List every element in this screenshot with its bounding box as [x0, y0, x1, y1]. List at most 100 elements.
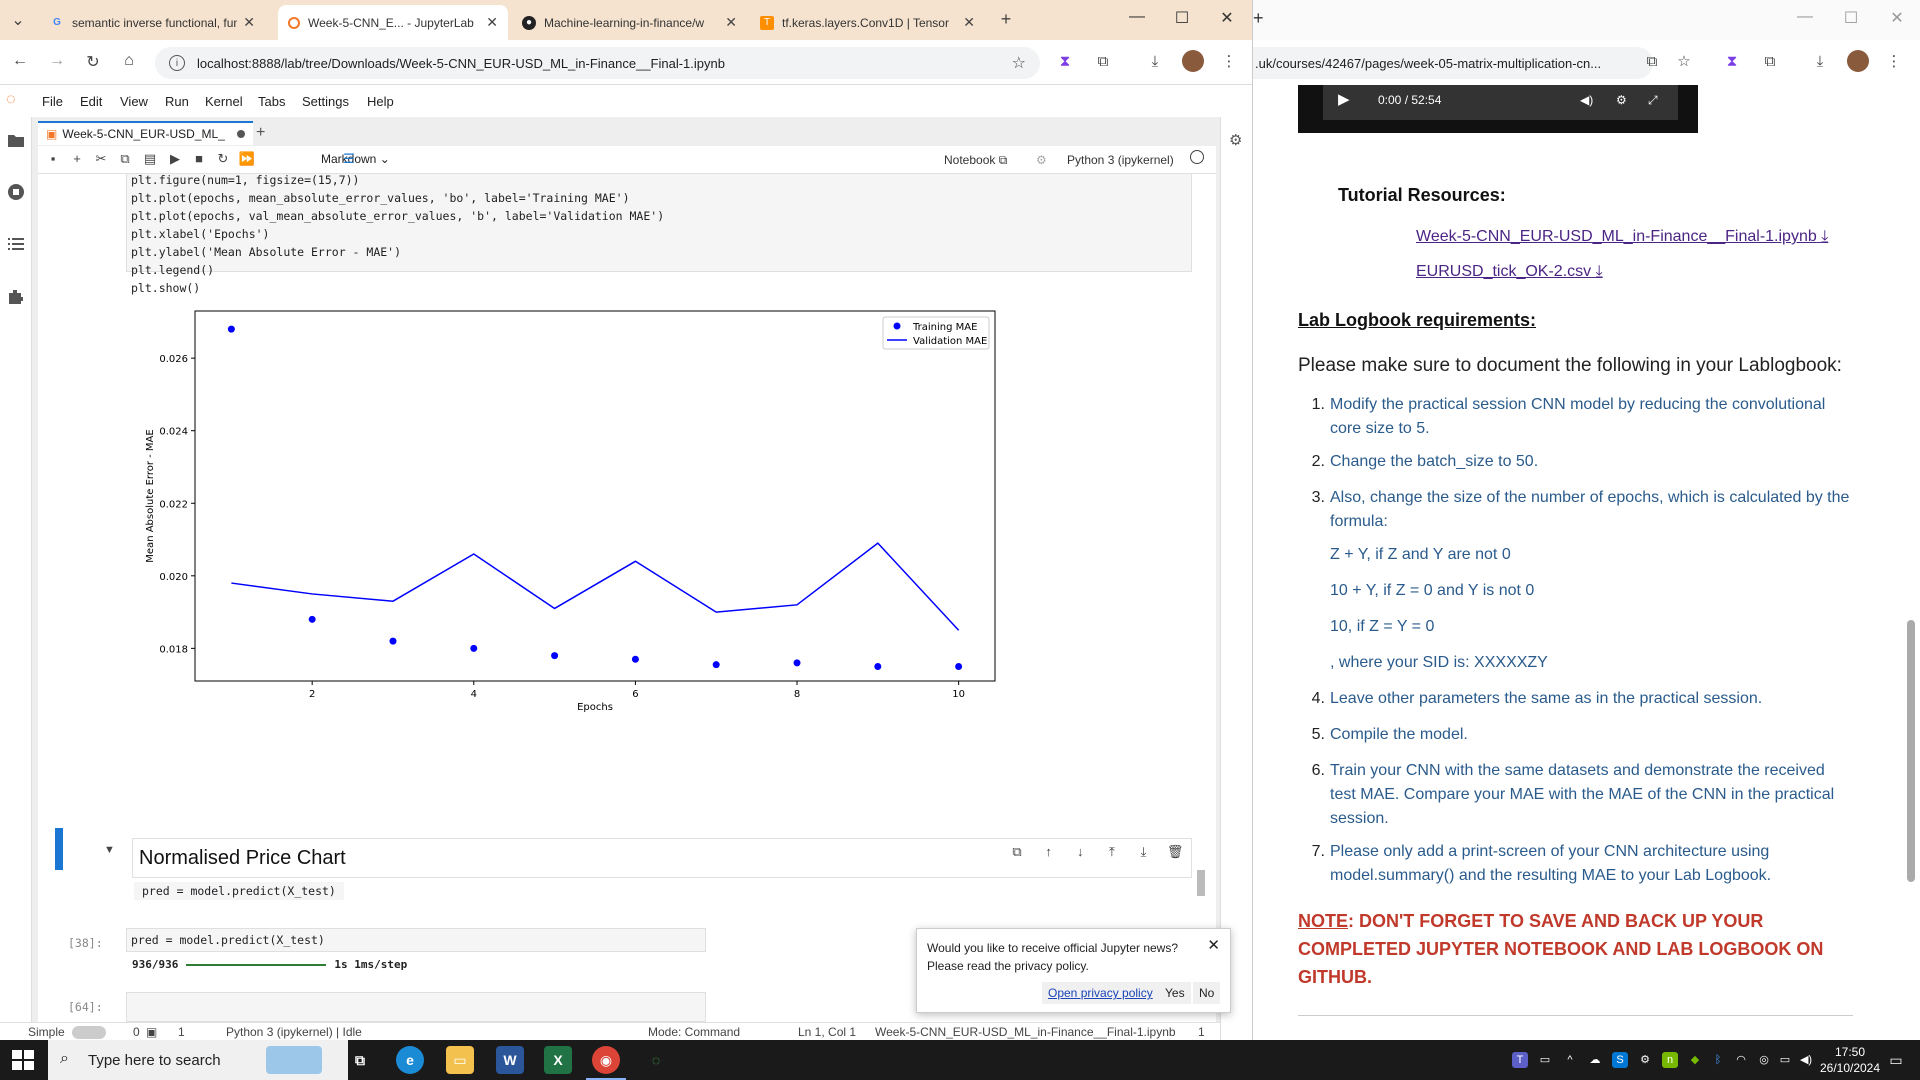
network-app-icon[interactable]: ⚙	[1637, 1052, 1653, 1068]
new-tab-button[interactable]: +	[1253, 8, 1264, 29]
notifications-icon[interactable]: ▭	[1888, 1052, 1904, 1068]
toast-no-button[interactable]: No	[1193, 982, 1221, 1004]
task-view-icon[interactable]: ⧉	[346, 1046, 374, 1074]
play-icon[interactable]: ▶	[1338, 90, 1350, 108]
tab-search-icon[interactable]: ⌄	[8, 10, 28, 30]
unsaved-indicator[interactable]	[237, 130, 245, 138]
taskbar-clock[interactable]: 17:50 26/10/2024	[1810, 1044, 1890, 1076]
table-of-contents-icon[interactable]	[7, 235, 25, 253]
windows-start-icon[interactable]	[12, 1050, 34, 1070]
download-icon[interactable]: ⤓	[1144, 50, 1166, 72]
cursor-position[interactable]: Ln 1, Col 1	[798, 1025, 856, 1039]
save-icon[interactable]: ▪	[44, 151, 62, 166]
menu-run[interactable]: Run	[165, 94, 189, 109]
kebab-menu-icon[interactable]: ⋮	[1883, 50, 1905, 72]
kernel-name[interactable]: Python 3 (ipykernel)	[1067, 153, 1174, 167]
folder-icon[interactable]	[7, 131, 25, 149]
file-explorer-icon[interactable]: ▭	[446, 1046, 474, 1074]
close-toast-icon[interactable]: ✕	[1207, 936, 1220, 954]
insert-above-icon[interactable]: ⤒	[1098, 844, 1126, 860]
download-icon[interactable]: ⤓	[1596, 263, 1603, 280]
page-scrollbar[interactable]	[1901, 85, 1920, 1040]
excel-icon[interactable]: X	[544, 1046, 572, 1074]
insert-cell-icon[interactable]: +	[68, 151, 86, 166]
run-icon[interactable]: ▶	[166, 151, 184, 167]
minimize-icon[interactable]: —	[1793, 8, 1817, 26]
chevron-up-icon[interactable]: ^	[1562, 1052, 1578, 1068]
volume-icon[interactable]: ◀)	[1580, 93, 1593, 107]
download-icon[interactable]: ⤓	[1809, 50, 1831, 72]
home-icon[interactable]: ⌂	[119, 52, 139, 70]
location-icon[interactable]: ◎	[1756, 1052, 1772, 1068]
close-tab-icon[interactable]: ✕	[963, 14, 975, 31]
restart-icon[interactable]: ↻	[214, 151, 232, 167]
address-bar[interactable]: i localhost:8888/lab/tree/Downloads/Week…	[155, 47, 1040, 79]
site-info-icon[interactable]: i	[169, 55, 185, 71]
property-inspector-icon[interactable]: ⚙	[1229, 131, 1242, 149]
scroll-thumb[interactable]	[1197, 870, 1205, 896]
network-icon[interactable]: ▭	[1777, 1052, 1793, 1068]
puzzle-icon[interactable]: ⧉	[1759, 50, 1781, 72]
menu-kernel[interactable]: Kernel	[205, 94, 243, 109]
browser-tab-github[interactable]: ● Machine-learning-in-finance/w ✕	[512, 5, 747, 40]
command-palette-icon[interactable]: ☰	[340, 151, 358, 167]
wifi-icon[interactable]: ◠	[1733, 1052, 1749, 1068]
menu-edit[interactable]: Edit	[80, 94, 102, 109]
notification-count[interactable]: 1	[1198, 1025, 1205, 1039]
extension-icon[interactable]: ⧗	[1721, 50, 1743, 72]
word-icon[interactable]: W	[496, 1046, 524, 1074]
browser-tab-google[interactable]: G semantic inverse functional, fun ✕	[40, 5, 265, 40]
avatar[interactable]	[1847, 50, 1869, 72]
menu-settings[interactable]: Settings	[302, 94, 349, 109]
duplicate-cell-icon[interactable]: ⧉	[1003, 844, 1031, 860]
new-launcher-icon[interactable]: +	[256, 124, 265, 142]
teams-icon[interactable]: T	[1512, 1052, 1528, 1068]
settings-icon[interactable]: ⚙	[1616, 93, 1627, 107]
new-tab-button[interactable]: +	[996, 9, 1016, 30]
toast-yes-button[interactable]: Yes	[1159, 982, 1191, 1004]
bluetooth-icon[interactable]: ᛒ	[1710, 1052, 1726, 1068]
notebook-tab[interactable]: ▣ Week-5-CNN_EUR-USD_ML_	[38, 121, 253, 145]
delete-cell-icon[interactable]: 🗑	[1161, 844, 1189, 860]
kebab-menu-icon[interactable]: ⋮	[1218, 50, 1240, 72]
reload-icon[interactable]: ↻	[83, 52, 103, 72]
insert-below-icon[interactable]: ⤓	[1130, 844, 1158, 860]
close-tab-icon[interactable]: ✕	[486, 14, 498, 31]
code-cell-empty[interactable]	[126, 992, 706, 1022]
run-all-icon[interactable]: ⏩	[238, 151, 256, 167]
install-app-icon[interactable]: ⧉	[1641, 50, 1663, 72]
debugger-icon[interactable]: ⚙	[1036, 153, 1047, 167]
browser-tab-jupyter[interactable]: Week-5-CNN_E... - JupyterLab ✕	[278, 5, 508, 40]
resource-link-csv[interactable]: EURUSD_tick_OK-2.csv ⤓	[1416, 263, 1603, 281]
avatar[interactable]	[1182, 50, 1204, 72]
notebook-scrollbar[interactable]	[1196, 174, 1206, 1032]
kernel-status-text[interactable]: Python 3 (ipykernel) | Idle	[226, 1025, 362, 1039]
minimize-icon[interactable]: —	[1125, 8, 1149, 26]
menu-tabs[interactable]: Tabs	[258, 94, 285, 109]
simple-mode-toggle[interactable]	[72, 1026, 106, 1039]
code-cell-plot[interactable]: plt.figure(num=1, figsize=(15,7)) plt.pl…	[126, 174, 1192, 295]
maximize-icon[interactable]: ☐	[1170, 8, 1194, 28]
kernels-count[interactable]: 1	[178, 1025, 185, 1039]
edge-icon[interactable]: e	[396, 1046, 424, 1074]
bookmark-star-icon[interactable]: ☆	[1012, 53, 1026, 73]
bookmark-star-icon[interactable]: ☆	[1673, 50, 1695, 72]
anaconda-icon[interactable]: ◌	[642, 1046, 670, 1074]
menu-view[interactable]: View	[120, 94, 148, 109]
close-tab-icon[interactable]: ✕	[725, 14, 737, 31]
maximize-icon[interactable]: ☐	[1839, 8, 1863, 28]
scroll-thumb[interactable]	[1907, 620, 1915, 882]
browser-tab-tensorflow[interactable]: T tf.keras.layers.Conv1D | Tensor ✕	[750, 5, 985, 40]
menu-help[interactable]: Help	[367, 94, 394, 109]
privacy-policy-link[interactable]: Open privacy policy	[1042, 982, 1159, 1004]
extensions-icon[interactable]	[7, 287, 25, 305]
close-tab-icon[interactable]: ✕	[243, 14, 255, 31]
download-icon[interactable]: ⤓	[1821, 228, 1828, 245]
collapse-caret-icon[interactable]: ▼	[104, 844, 115, 856]
fullscreen-icon[interactable]: ⤢	[1648, 93, 1658, 108]
back-icon[interactable]: ←	[10, 52, 30, 70]
paste-icon[interactable]: ▤	[141, 151, 159, 167]
close-window-icon[interactable]: ✕	[1215, 8, 1239, 28]
taskbar-search[interactable]: ⌕ Type here to search	[48, 1040, 348, 1080]
puzzle-icon[interactable]: ⧉	[1092, 50, 1114, 72]
